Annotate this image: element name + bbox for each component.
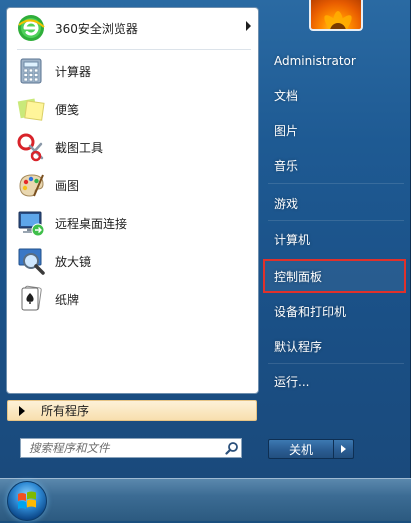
browser-360-icon — [15, 12, 47, 44]
remote-desktop-icon — [15, 207, 47, 239]
app-label: 远程桌面连接 — [55, 216, 128, 231]
search-input[interactable] — [21, 440, 223, 456]
app-label: 放大镜 — [55, 254, 92, 269]
app-item-remote-desktop[interactable]: 远程桌面连接 — [11, 206, 255, 240]
right-item-label: 游戏 — [274, 196, 299, 211]
start-menu: 360安全浏览器 计算器 便笺 截图工具 画图 远程桌面连接 放大镜 纸牌 所有… — [0, 0, 411, 478]
right-item-label: 图片 — [274, 123, 299, 138]
all-programs-button[interactable]: 所有程序 — [7, 400, 257, 421]
right-item-default-programs[interactable]: 默认程序 — [265, 331, 405, 361]
app-item-solitaire[interactable]: 纸牌 — [11, 282, 255, 316]
windows-logo-icon — [18, 491, 36, 509]
shutdown-group: 关机 — [268, 439, 356, 459]
user-name[interactable]: Administrator — [265, 46, 405, 76]
right-item-label: Administrator — [274, 54, 356, 68]
right-item-control-panel[interactable]: 控制面板 — [263, 259, 406, 293]
app-item-paint[interactable]: 画图 — [11, 168, 255, 202]
shutdown-button[interactable]: 关机 — [268, 439, 334, 459]
start-button[interactable] — [7, 481, 47, 521]
programs-pane: 360安全浏览器 计算器 便笺 截图工具 画图 远程桌面连接 放大镜 纸牌 — [6, 7, 259, 394]
right-item-label: 运行... — [274, 374, 310, 389]
shutdown-options-button[interactable] — [334, 439, 354, 459]
right-item-label: 文档 — [274, 88, 299, 103]
app-label: 画图 — [55, 178, 80, 193]
arrow-right-icon — [341, 445, 346, 453]
right-item-run[interactable]: 运行... — [265, 366, 405, 396]
snipping-tool-icon — [15, 131, 47, 163]
magnifier-icon — [15, 245, 47, 277]
search-icon[interactable] — [223, 439, 241, 457]
calculator-icon — [15, 55, 47, 87]
divider — [268, 183, 404, 184]
right-item-label: 音乐 — [274, 158, 299, 173]
divider — [268, 220, 404, 221]
solitaire-icon — [15, 283, 47, 315]
right-item-devices-printers[interactable]: 设备和打印机 — [265, 296, 405, 326]
right-item-computer[interactable]: 计算机 — [265, 224, 405, 254]
right-item-label: 控制面板 — [274, 269, 323, 284]
sticky-notes-icon — [15, 93, 47, 125]
right-item-label: 设备和打印机 — [274, 304, 347, 319]
right-item-music[interactable]: 音乐 — [265, 150, 405, 180]
app-item-magnifier[interactable]: 放大镜 — [11, 244, 255, 278]
right-item-games[interactable]: 游戏 — [265, 188, 405, 218]
app-label: 360安全浏览器 — [55, 21, 138, 36]
divider — [17, 49, 251, 50]
submenu-arrow-icon[interactable] — [246, 21, 251, 31]
app-label: 纸牌 — [55, 292, 80, 307]
taskbar — [0, 478, 411, 521]
app-item-snipping-tool[interactable]: 截图工具 — [11, 130, 255, 164]
app-label: 便笺 — [55, 102, 80, 117]
right-item-label: 计算机 — [274, 232, 311, 247]
app-item-calculator[interactable]: 计算器 — [11, 54, 255, 88]
triangle-right-icon — [19, 405, 25, 416]
search-box[interactable] — [20, 438, 242, 458]
right-item-pictures[interactable]: 图片 — [265, 115, 405, 145]
app-label: 计算器 — [55, 64, 92, 79]
divider — [268, 363, 404, 364]
app-label: 截图工具 — [55, 140, 104, 155]
paint-icon — [15, 169, 47, 201]
app-item-sticky-notes[interactable]: 便笺 — [11, 92, 255, 126]
right-item-label: 默认程序 — [274, 339, 323, 354]
user-avatar[interactable] — [309, 0, 363, 31]
app-item-360-browser[interactable]: 360安全浏览器 — [11, 11, 255, 45]
right-item-documents[interactable]: 文档 — [265, 80, 405, 110]
all-programs-label: 所有程序 — [41, 404, 90, 418]
